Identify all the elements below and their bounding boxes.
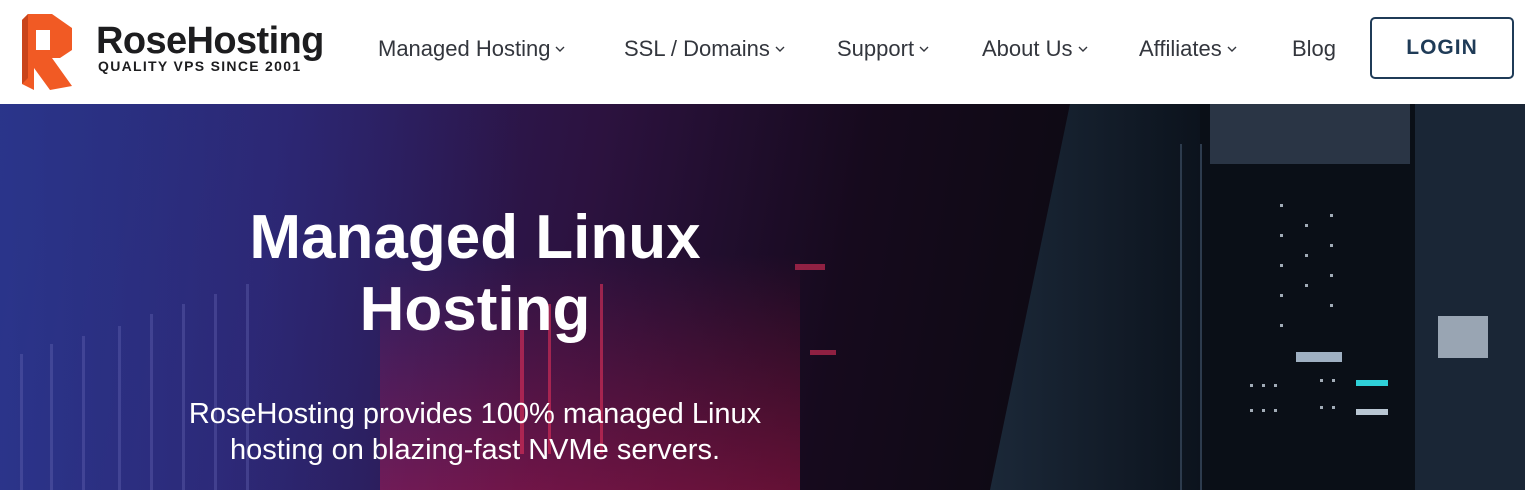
hero-section: Managed Linux Hosting RoseHosting provid…: [0, 104, 1525, 490]
chevron-down-icon: [775, 46, 785, 52]
nav-item-support[interactable]: Support: [837, 34, 930, 64]
chevron-down-icon: [555, 46, 565, 52]
hero-title: Managed Linux Hosting: [140, 202, 810, 346]
hero-subtitle-line1: RoseHosting provides 100% managed Linux: [188, 398, 762, 430]
rosehosting-logo-icon: [22, 14, 72, 90]
brand-tagline: QUALITY VPS SINCE 2001: [98, 58, 302, 74]
nav-item-managed-hosting[interactable]: Managed Hosting: [378, 34, 566, 64]
nav-item-affiliates[interactable]: Affiliates: [1139, 34, 1238, 64]
nav-item-label: Support: [837, 36, 915, 61]
nav-item-label: SSL / Domains: [624, 36, 770, 61]
hero-title-line1: Managed Linux: [249, 203, 701, 272]
nav-item-about-us[interactable]: About Us: [982, 34, 1089, 64]
nav-item-label: Blog: [1292, 36, 1337, 61]
nav-item-blog[interactable]: Blog: [1292, 34, 1336, 64]
hero-title-line2: Hosting: [359, 275, 591, 344]
chevron-down-icon: [1227, 46, 1237, 52]
nav-item-label: About Us: [982, 36, 1073, 61]
hero-subtitle: RoseHosting provides 100% managed Linux …: [140, 396, 810, 468]
nav-item-label: Affiliates: [1139, 36, 1222, 61]
brand-name: RoseHosting: [96, 20, 324, 62]
nav-item-label: Managed Hosting: [378, 36, 551, 61]
login-button[interactable]: LOGIN: [1370, 17, 1514, 79]
chevron-down-icon: [1078, 46, 1087, 52]
hero-subtitle-line2: hosting on blazing-fast NVMe servers.: [230, 434, 720, 466]
site-header: RoseHosting QUALITY VPS SINCE 2001 Manag…: [0, 0, 1525, 104]
nav-item-ssl-domains[interactable]: SSL / Domains: [624, 34, 786, 64]
chevron-down-icon: [919, 46, 929, 52]
rosehosting-logo[interactable]: RoseHosting QUALITY VPS SINCE 2001: [22, 6, 342, 90]
